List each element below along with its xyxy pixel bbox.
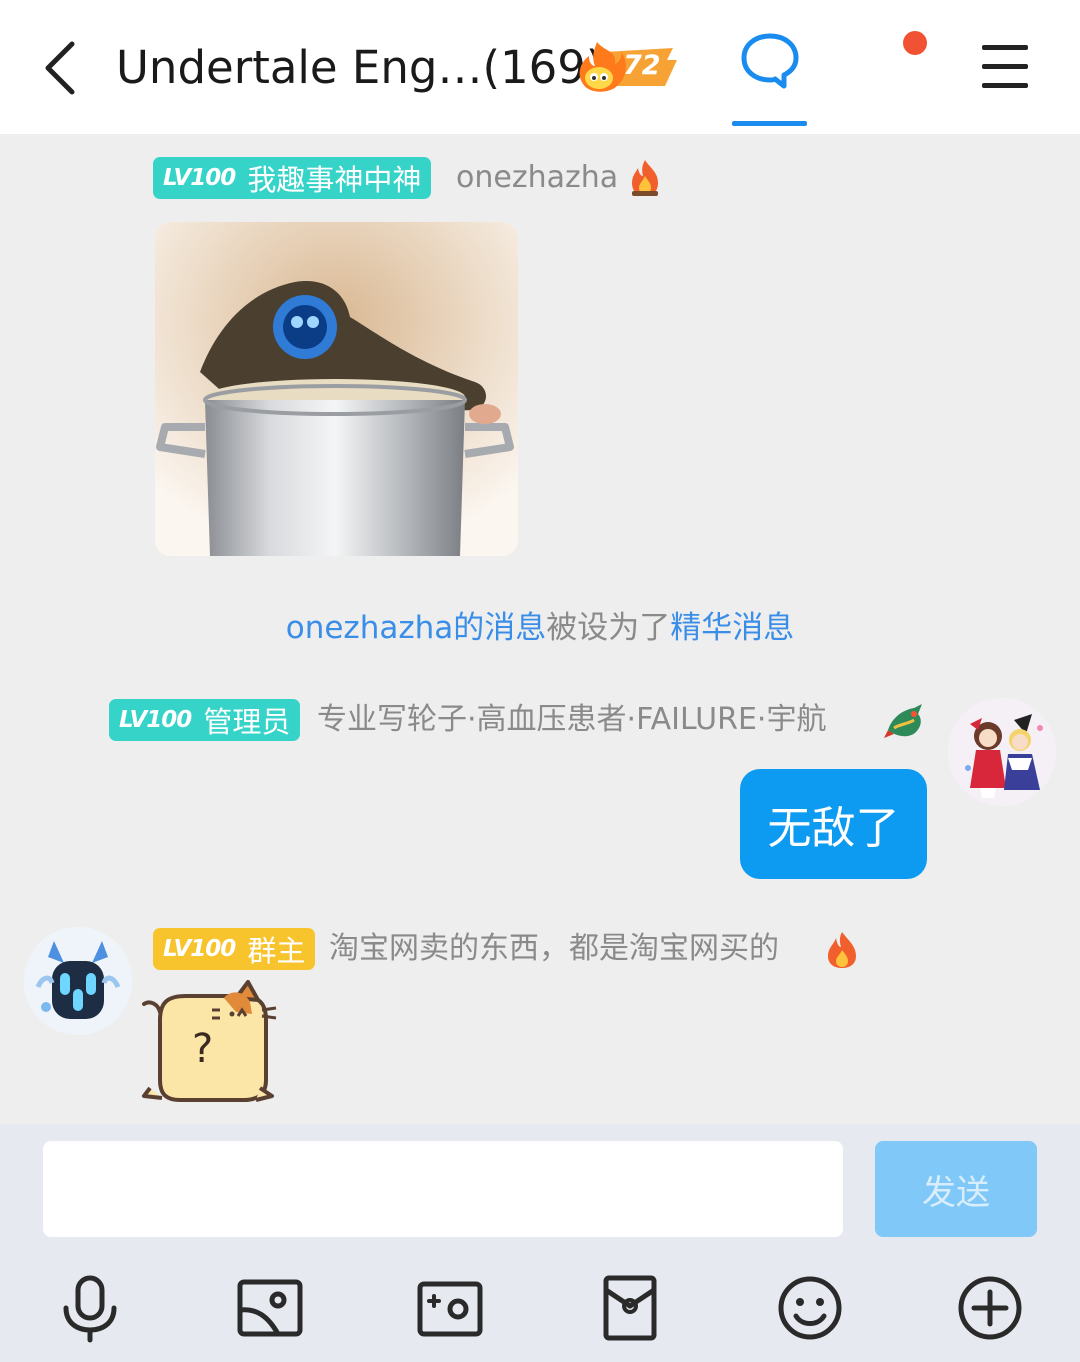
menu-bar xyxy=(982,83,1028,88)
nickname-text: onezhazha xyxy=(456,160,619,195)
group-fire-level-badge[interactable]: 72 xyxy=(575,38,679,96)
menu-bar xyxy=(982,64,1028,69)
user-avatar[interactable] xyxy=(24,927,132,1035)
chat-header: Undertale Eng…(169) 72 xyxy=(0,0,1080,134)
outgoing-message-bubble[interactable]: 无敌了 xyxy=(740,769,927,879)
cat-sticker-message[interactable]: ? xyxy=(140,980,280,1110)
message-text: 无敌了 xyxy=(767,803,900,854)
image-message[interactable] xyxy=(155,222,518,556)
notification-dot xyxy=(903,31,927,55)
red-packet-icon[interactable] xyxy=(594,1272,666,1344)
robot-avatar-image xyxy=(24,927,132,1035)
pot-meme-image xyxy=(155,222,518,556)
anime-avatar-image xyxy=(948,698,1056,806)
user-avatar[interactable] xyxy=(948,698,1056,806)
dragon-icon xyxy=(884,704,922,738)
fire-icon xyxy=(632,160,658,196)
message-input[interactable] xyxy=(43,1141,843,1237)
nickname-text: 专业写轮子·高血压患者·FAILURE·宇航 xyxy=(317,702,827,737)
level-label: LV100 xyxy=(119,707,192,733)
member-title: 群主 xyxy=(247,934,306,968)
featured-messages-link[interactable]: 精华消息 xyxy=(670,610,794,646)
message-composer: 发送 xyxy=(0,1124,1080,1362)
flame-icon xyxy=(828,932,856,968)
menu-button[interactable] xyxy=(978,45,1032,91)
member-level-badge: LV100 群主 xyxy=(153,928,316,970)
chat-bubble-icon xyxy=(741,33,798,89)
sender-nickname[interactable]: 专业写轮子·高血压患者·FAILURE·宇航 xyxy=(317,699,826,741)
send-button[interactable]: 发送 xyxy=(875,1141,1037,1237)
active-tab-indicator xyxy=(732,121,807,126)
chevron-left-icon xyxy=(45,41,75,95)
microphone-icon[interactable] xyxy=(54,1272,126,1344)
member-title: 管理员 xyxy=(203,705,291,739)
image-icon[interactable] xyxy=(234,1272,306,1344)
member-title: 我趣事神中神 xyxy=(247,163,422,197)
plus-circle-icon[interactable] xyxy=(954,1272,1026,1344)
camera-icon[interactable] xyxy=(414,1272,486,1344)
notice-text: 被设为了 xyxy=(546,610,671,646)
nickname-text: 淘宝网卖的东西，都是淘宝网买的 xyxy=(329,931,779,966)
back-button[interactable] xyxy=(30,36,90,100)
level-label: LV100 xyxy=(163,936,236,962)
system-notice: onezhazha的消息被设为了精华消息 xyxy=(0,604,1080,652)
notice-sender-link[interactable]: onezhazha的消息 xyxy=(286,610,547,646)
sticker-question-mark: ? xyxy=(192,1026,214,1072)
sender-nickname[interactable]: onezhazha xyxy=(456,157,618,199)
fire-level-number: 72 xyxy=(623,50,661,81)
member-level-badge: LV100 我趣事神中神 xyxy=(153,157,432,199)
sender-nickname[interactable]: 淘宝网卖的东西，都是淘宝网买的 xyxy=(329,928,779,970)
menu-bar xyxy=(982,45,1028,50)
tab-chat[interactable] xyxy=(732,30,807,130)
group-title[interactable]: Undertale Eng…(169) xyxy=(116,38,603,98)
level-label: LV100 xyxy=(163,165,236,191)
member-level-badge: LV100 管理员 xyxy=(109,699,301,741)
emoji-icon[interactable] xyxy=(774,1272,846,1344)
send-label: 发送 xyxy=(922,1172,990,1213)
